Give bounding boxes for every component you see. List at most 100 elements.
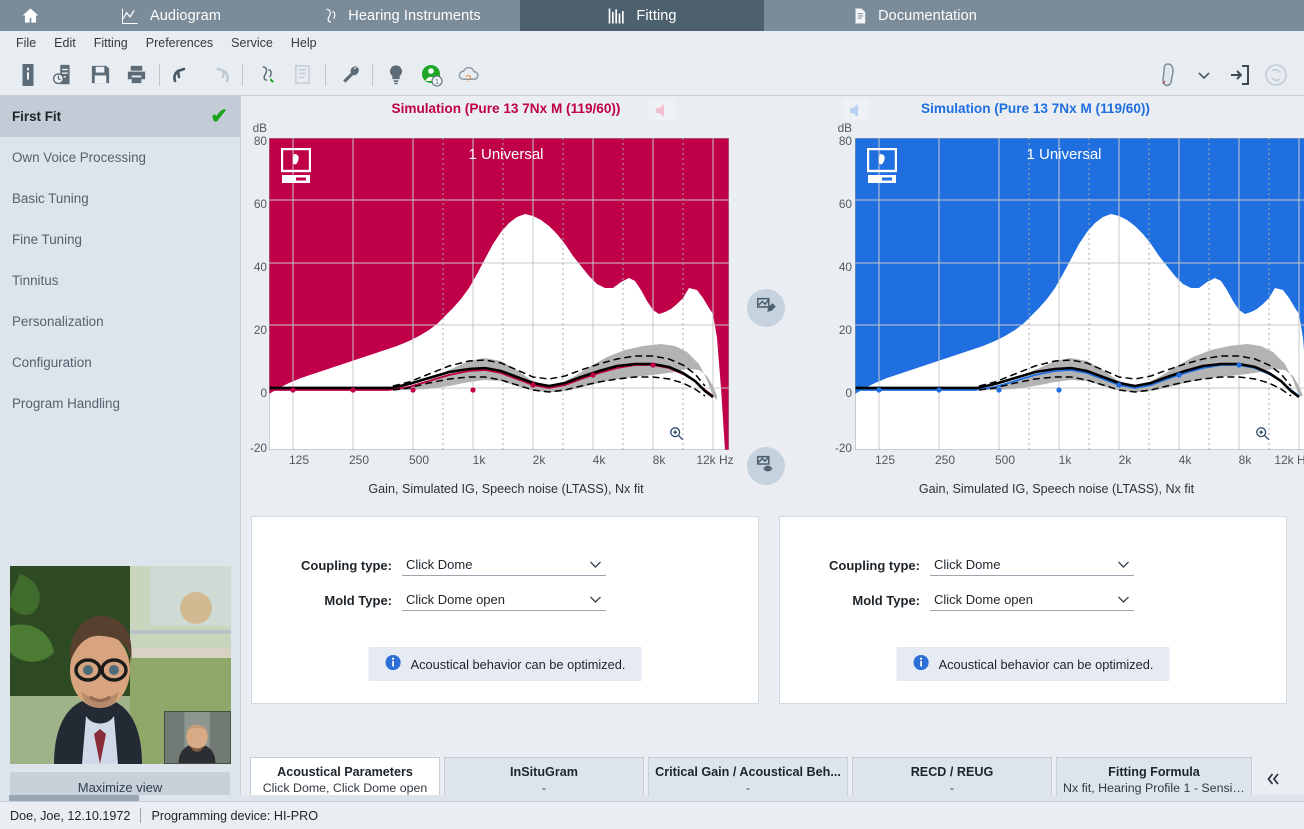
menu-item-edit[interactable]: Edit [46, 34, 84, 52]
home-icon [21, 6, 40, 25]
sidebar-item-configuration[interactable]: Configuration [0, 342, 240, 383]
document-icon [851, 6, 869, 26]
status-device: Programming device: HI-PRO [151, 808, 319, 823]
nav-tab-home[interactable] [0, 0, 60, 31]
tab-title: RECD / REUG [910, 764, 994, 779]
right-mute-speaker-icon[interactable] [843, 99, 869, 121]
toolbar-separator [372, 63, 373, 86]
tab-subtitle: Click Dome, Click Dome open [262, 780, 428, 795]
chevron-down-icon [589, 593, 602, 607]
right-ytick-40: 40 [838, 260, 852, 274]
left-xtick-2k: 2k [532, 453, 546, 467]
self-video-thumbnail[interactable] [164, 711, 231, 764]
right-zoom-in-icon[interactable] [1255, 426, 1270, 446]
connect-icon[interactable] [1222, 57, 1258, 93]
right-xtick-4k: 4k [1178, 453, 1192, 467]
left-mute-speaker-icon[interactable] [649, 99, 675, 121]
view-curve-button[interactable] [747, 447, 785, 485]
nav-tab-audiogram[interactable]: Audiogram [60, 0, 280, 31]
left-xtick-1k: 1k [472, 453, 486, 467]
right-xtick-8k: 8k [1238, 453, 1252, 467]
charts-container: Simulation (Pure 13 7Nx M (119/60)) dB 8… [241, 96, 1304, 506]
chevron-down-icon[interactable] [1186, 57, 1222, 93]
right-chart-plot[interactable] [855, 138, 1304, 450]
sidebar-item-basic-tuning[interactable]: Basic Tuning [0, 178, 240, 219]
nav-tab-documentation-label: Documentation [878, 7, 977, 24]
session-history-icon[interactable] [46, 57, 82, 93]
right-mold-type-label: Mold Type: [852, 593, 920, 608]
menu-item-preferences[interactable]: Preferences [138, 34, 221, 52]
nav-tab-audiogram-label: Audiogram [149, 7, 222, 24]
left-ytick-0: 0 [260, 386, 267, 400]
left-chart-plot[interactable] [269, 138, 729, 450]
sidebar-item-own-voice-processing[interactable]: Own Voice Processing [0, 137, 240, 178]
right-mold-type-select[interactable]: Click Dome open [930, 590, 1134, 611]
left-ytick-20: 20 [253, 323, 267, 337]
hearing-instrument-icon [319, 6, 339, 26]
nav-tab-hearing-instruments-label: Hearing Instruments [348, 7, 481, 24]
fitting-bars-icon [607, 6, 627, 26]
sidebar-item-label: Personalization [12, 314, 104, 329]
right-chart-caption: Gain, Simulated IG, Speech noise (LTASS)… [918, 482, 1195, 496]
sidebar-item-program-handling[interactable]: Program Handling [0, 383, 240, 424]
sidebar-item-label: Own Voice Processing [12, 150, 146, 165]
menu-item-fitting[interactable]: Fitting [86, 34, 136, 52]
left-coupling-type-select[interactable]: Click Dome [402, 555, 606, 576]
toolbar-separator [159, 63, 160, 86]
left-mold-type-label: Mold Type: [324, 593, 392, 608]
user-badge-icon[interactable]: 1 [414, 57, 450, 93]
tab-title: InSituGram [510, 764, 578, 779]
right-coupling-type-label: Coupling type: [829, 558, 920, 573]
top-navigation: Audiogram Hearing Instruments Fitting Do… [0, 0, 1304, 31]
sidebar-item-label: First Fit [12, 109, 62, 124]
menu-item-help[interactable]: Help [283, 34, 325, 52]
right-ytick-60: 60 [838, 197, 852, 211]
tab-title: Critical Gain / Acoustical Beh... [655, 764, 841, 779]
right-ytick-0: 0 [845, 386, 852, 400]
new-session-icon[interactable] [10, 57, 46, 93]
left-mold-type-select[interactable]: Click Dome open [402, 590, 606, 611]
sidebar-item-personalization[interactable]: Personalization [0, 301, 240, 342]
menu-bar: File Edit Fitting Preferences Service He… [0, 31, 1304, 54]
sidebar-item-label: Configuration [12, 355, 92, 370]
edit-curve-button[interactable] [747, 289, 785, 327]
nav-tab-documentation[interactable]: Documentation [764, 0, 1064, 31]
wrench-icon[interactable] [331, 57, 367, 93]
sidebar-item-first-fit[interactable]: First Fit ✔ [0, 96, 240, 137]
left-mold-type-row: Mold Type: Click Dome open [252, 590, 758, 611]
sidebar-item-label: Basic Tuning [12, 191, 89, 206]
hearing-instrument-detect-icon[interactable] [248, 57, 284, 93]
undo-icon[interactable] [165, 57, 201, 93]
right-mold-type-row: Mold Type: Click Dome open [780, 590, 1286, 611]
sidebar-item-tinnitus[interactable]: Tinnitus [0, 260, 240, 301]
menu-item-service[interactable]: Service [223, 34, 281, 52]
hearing-aid-icon[interactable] [1150, 57, 1186, 93]
right-xtick-500: 500 [994, 453, 1016, 467]
left-xtick-8k: 8k [652, 453, 666, 467]
print-icon[interactable] [118, 57, 154, 93]
left-coupling-type-row: Coupling type: Click Dome [252, 555, 758, 576]
right-chart-pane: Simulation (Pure 13 7Nx M (119/60)) dB 8… [771, 96, 1304, 506]
self-video-image [165, 712, 230, 763]
sidebar-item-fine-tuning[interactable]: Fine Tuning [0, 219, 240, 260]
tab-title: Fitting Formula [1108, 764, 1200, 779]
svg-text:1: 1 [435, 79, 439, 86]
info-icon [385, 654, 402, 674]
right-coupling-type-select[interactable]: Click Dome [930, 555, 1134, 576]
left-chart-title: Simulation (Pure 13 7Nx M (119/60)) [391, 101, 621, 116]
save-icon[interactable] [82, 57, 118, 93]
coupling-panels: Coupling type: Click Dome Mold Type: Cli… [241, 506, 1304, 704]
info-icon [913, 654, 930, 674]
nav-tab-fitting[interactable]: Fitting [520, 0, 764, 31]
remote-video[interactable] [10, 566, 231, 764]
menu-item-file[interactable]: File [8, 34, 44, 52]
cloud-help-icon[interactable]: ? [450, 57, 486, 93]
right-y-axis-unit: dB [837, 121, 852, 135]
left-xtick-4k: 4k [592, 453, 606, 467]
right-xtick-125: 125 [874, 453, 896, 467]
lightbulb-icon[interactable] [378, 57, 414, 93]
right-acoustical-info-text: Acoustical behavior can be optimized. [938, 656, 1154, 672]
left-zoom-in-icon[interactable] [669, 426, 684, 446]
nav-tab-hearing-instruments[interactable]: Hearing Instruments [280, 0, 520, 31]
nav-tab-fitting-label: Fitting [636, 7, 677, 24]
